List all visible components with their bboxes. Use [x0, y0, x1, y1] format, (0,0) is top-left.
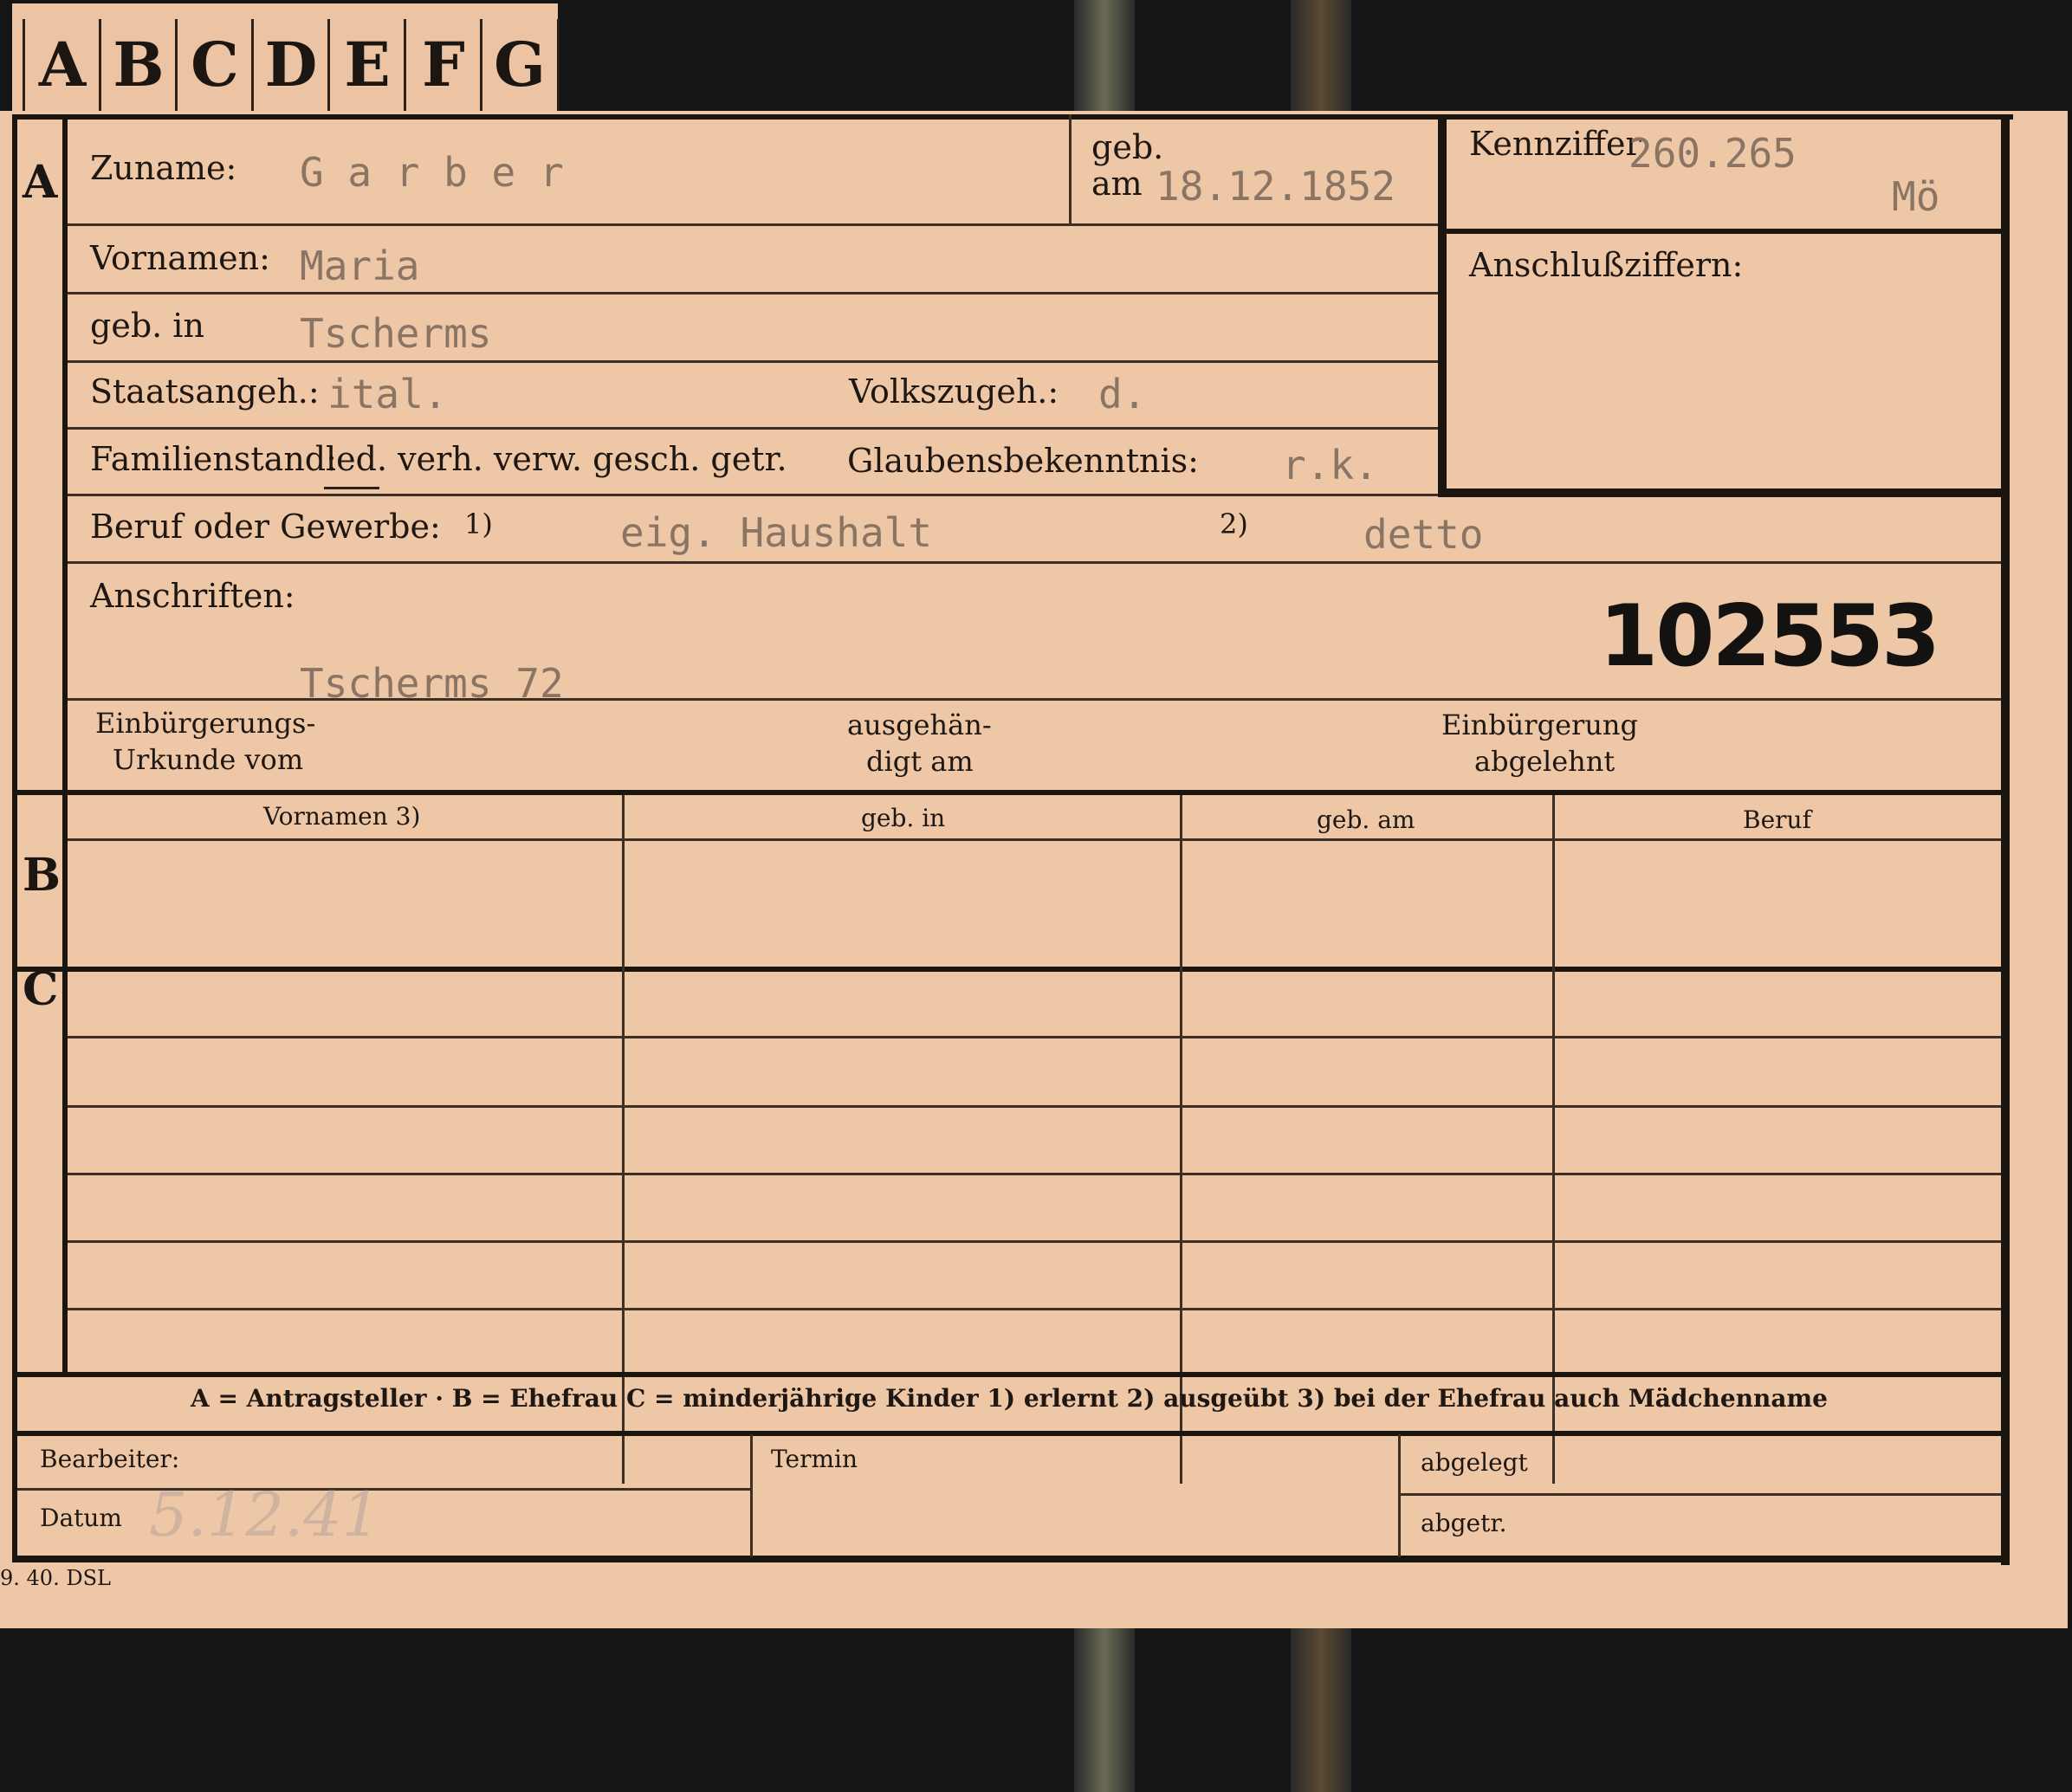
geb-in-label: geb. in: [90, 307, 204, 345]
vornamen-label: Vornamen:: [90, 239, 270, 277]
glaubens-value: r.k.: [1282, 442, 1378, 488]
table-col-2: [1180, 795, 1182, 1484]
familien-label: Familienstand:: [90, 440, 337, 478]
beruf-label: Beruf oder Gewerbe:: [90, 508, 441, 546]
kennziffer-box-bottom: [1438, 488, 2001, 497]
c-row-line-2: [68, 1105, 2001, 1108]
termin-label: Termin: [771, 1445, 858, 1473]
alphabet-tab-strip: A B C D E F G: [12, 3, 560, 111]
frame-left: [12, 114, 17, 1561]
tab-a[interactable]: A: [23, 19, 100, 111]
datum-label: Datum: [40, 1504, 122, 1532]
volks-value: d.: [1098, 371, 1147, 417]
einb-abgelehnt-line2: abgelehnt: [1474, 745, 1616, 778]
section-b-letter: B: [23, 849, 61, 902]
row-line-2: [68, 292, 1438, 294]
kennziffer-box-divider: [1438, 229, 2001, 234]
anschriften-value: Tscherms 72: [300, 660, 564, 707]
c-row-line-1: [68, 1036, 2001, 1038]
tab-d[interactable]: D: [251, 19, 328, 111]
legend-text: A = Antragsteller · B = Ehefrau C = mind…: [191, 1384, 1828, 1413]
tab-e[interactable]: E: [327, 19, 405, 111]
datum-handwritten: 5.12.41: [149, 1479, 381, 1550]
registration-card: A B C Zuname: G a r b e r geb. am 18.12.…: [0, 111, 2068, 1628]
volks-label: Volkszugeh.:: [849, 372, 1059, 411]
kennziffer-value: 260.265: [1628, 130, 1797, 177]
abgelegt-label: abgelegt: [1421, 1448, 1528, 1477]
geb-box-divider: [1069, 114, 1072, 225]
row-line-3: [68, 360, 1438, 363]
frame-right: [2001, 114, 2010, 1565]
c-row-line-4: [68, 1240, 2001, 1243]
staats-label: Staatsangeh.:: [90, 372, 320, 411]
table-header-line: [68, 838, 2001, 841]
kennziffer-note: Mö: [1892, 173, 1940, 220]
print-code: 9. 40. DSL: [0, 1566, 111, 1590]
tab-g[interactable]: G: [480, 19, 560, 111]
section-b-top: [12, 790, 2004, 795]
frame-top: [12, 114, 2013, 120]
section-a-letter: A: [23, 156, 58, 209]
frame-bottom: [12, 1556, 2010, 1562]
abgetr-label: abgetr.: [1421, 1509, 1507, 1537]
c-row-line-3: [68, 1173, 2001, 1175]
bearbeiter-label: Bearbeiter:: [40, 1445, 180, 1473]
staats-value: ital.: [327, 371, 448, 417]
geb-am-value: 18.12.1852: [1156, 163, 1395, 210]
beruf-mark-2: 2): [1220, 508, 1248, 540]
table-col-1: [622, 795, 625, 1484]
row-line-1: [68, 223, 1438, 226]
anschluss-label: Anschlußziffern:: [1469, 246, 1744, 284]
tab-f[interactable]: F: [404, 19, 481, 111]
footer-row-left: [17, 1488, 750, 1491]
am-label: am: [1091, 165, 1143, 203]
stamp-number: 102553: [1599, 587, 1940, 686]
footer-row-right: [1400, 1493, 2001, 1496]
table-col-3: [1552, 795, 1555, 1484]
zuname-value: G a r b e r: [300, 149, 564, 196]
film-strip-bottom-2: [1291, 1646, 1351, 1792]
table-header-geb-in: geb. in: [861, 804, 946, 832]
kennziffer-box-left: [1438, 114, 1447, 495]
c-row-line-5: [68, 1308, 2001, 1310]
familien-selected-underline: [324, 487, 379, 489]
table-header-beruf: Beruf: [1743, 805, 1811, 834]
film-strip-bottom: [1074, 1646, 1135, 1792]
tab-c[interactable]: C: [175, 19, 252, 111]
anschriften-label: Anschriften:: [90, 577, 295, 615]
einb-urkunde-line1: Einbürgerungs-: [95, 707, 316, 740]
geb-label: geb.: [1091, 128, 1164, 166]
row-line-6: [68, 561, 2001, 564]
glaubens-label: Glaubensbekenntnis:: [847, 442, 1199, 480]
vornamen-value: Maria: [300, 243, 420, 289]
einb-urkunde-line2: Urkunde vom: [113, 743, 304, 776]
section-c-top: [12, 967, 2004, 972]
footer-col-1: [750, 1434, 753, 1557]
row-line-4: [68, 427, 1438, 430]
ausgehaend-line1: ausgehän-: [847, 708, 992, 741]
geb-in-value: Tscherms: [300, 310, 492, 357]
beruf-value-1: eig. Haushalt: [620, 509, 933, 556]
beruf-value-2: detto: [1363, 511, 1484, 558]
footer-col-2: [1398, 1434, 1401, 1557]
ausgehaend-line2: digt am: [866, 745, 974, 778]
table-header-vornamen: Vornamen 3): [263, 802, 421, 831]
beruf-mark-1: 1): [464, 508, 493, 540]
legend-bottom: [12, 1431, 2004, 1436]
tab-b[interactable]: B: [99, 19, 176, 111]
table-header-geb-am: geb. am: [1317, 805, 1415, 834]
legend-top: [12, 1372, 2004, 1377]
section-column-divider: [62, 114, 68, 1375]
zuname-label: Zuname:: [90, 149, 237, 187]
familien-options: led. verh. verw. gesch. getr.: [326, 440, 787, 478]
einb-abgelehnt-line1: Einbürgerung: [1441, 708, 1639, 741]
kennziffer-label: Kennziffer: [1469, 125, 1641, 163]
